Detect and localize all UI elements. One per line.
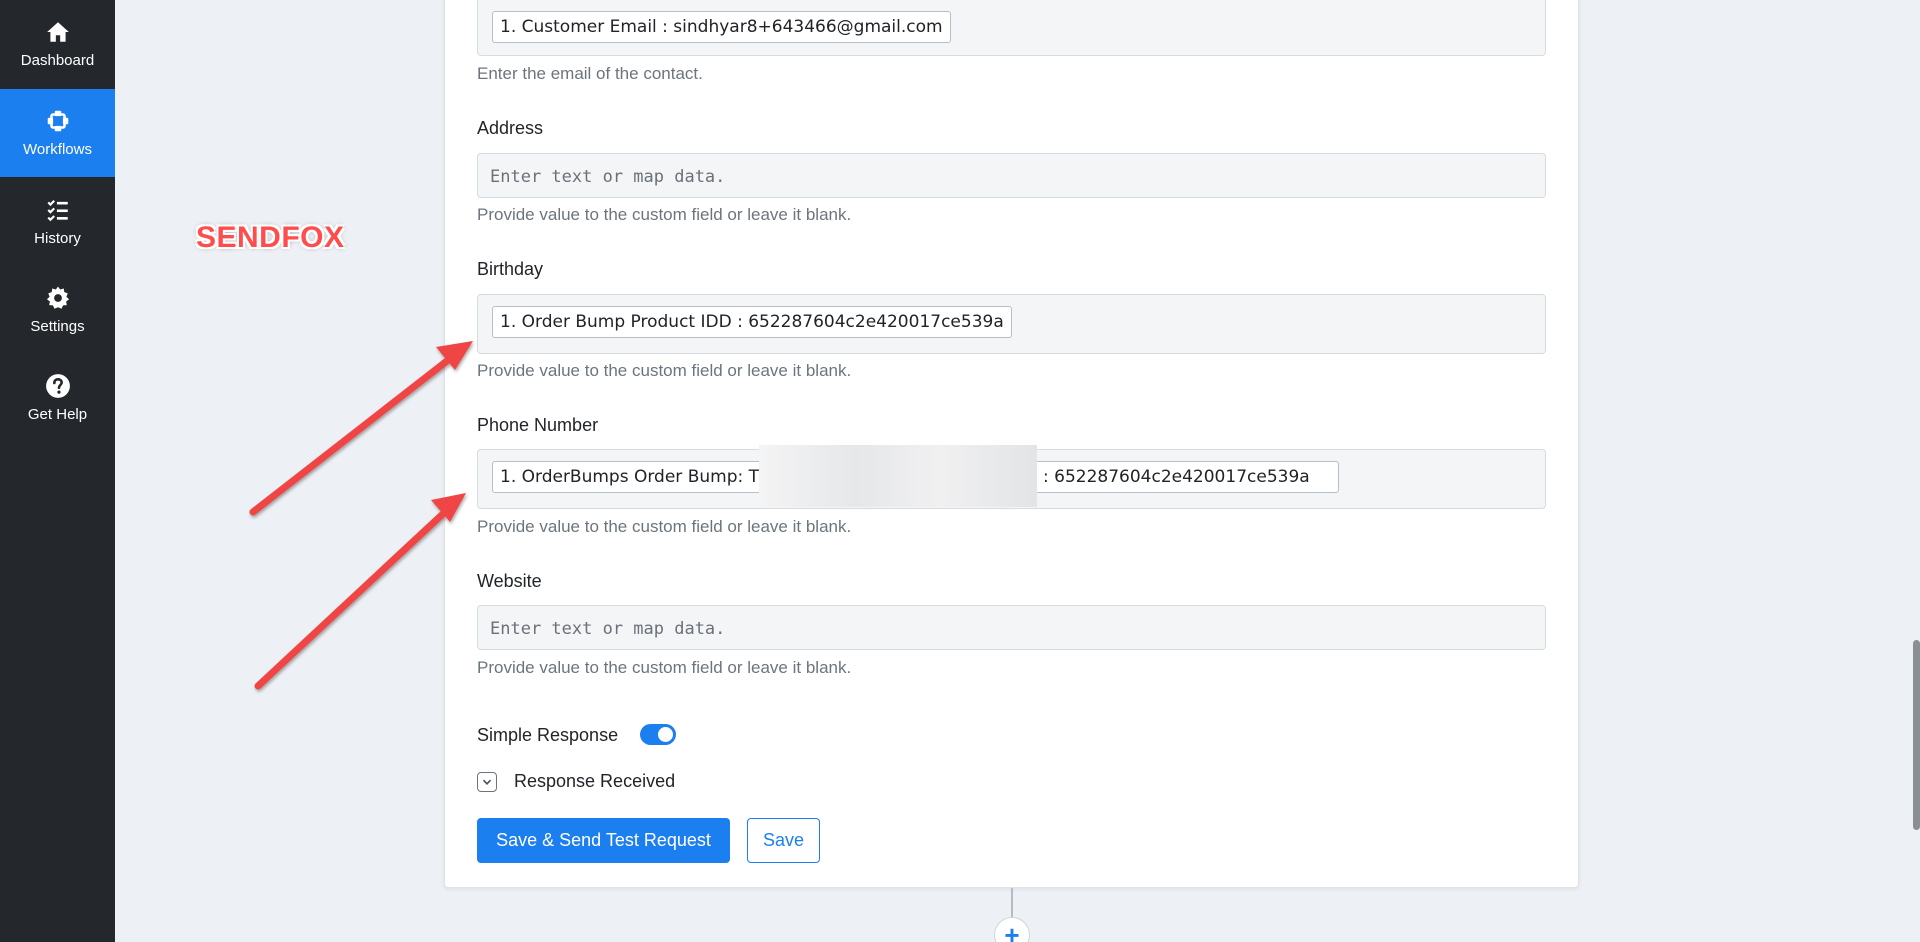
action-config-card [444, 0, 1579, 888]
sidebar-item-label: Get Help [27, 406, 88, 423]
sidebar-item-label: History [34, 230, 81, 247]
toggle-knob [658, 727, 673, 742]
mapped-data-tag[interactable]: 1. OrderBumps Order Bump: T : 652287604c… [492, 445, 1339, 507]
response-received-label: Response Received [514, 771, 676, 791]
phone-number-help-text: Provide value to the custom field or lea… [477, 517, 852, 536]
website-label: Website [477, 571, 542, 591]
redacted-region [759, 445, 1038, 507]
mapped-data-tag[interactable]: 1. Order Bump Product IDD : 652287604c2e… [492, 306, 1012, 338]
home-icon [45, 19, 71, 45]
birthday-label: Birthday [477, 259, 544, 279]
tag-suffix: : 652287604c2e420017ce539a [1043, 467, 1310, 487]
address-field[interactable]: Enter text or map data. [477, 153, 1546, 198]
arrow-to-birthday [249, 341, 473, 516]
sidebar-item-history[interactable]: History [0, 178, 115, 266]
sidebar-item-label: Dashboard [20, 52, 95, 69]
question-circle-icon [45, 373, 71, 399]
workflow-icon [45, 108, 71, 134]
simple-response-label: Simple Response [477, 725, 619, 745]
annotation-label: SENDFOX [196, 221, 345, 254]
website-help-text: Provide value to the custom field or lea… [477, 658, 852, 677]
address-label: Address [477, 118, 544, 138]
email-help-text: Enter the email of the contact. [477, 64, 703, 83]
add-step-button[interactable]: + [994, 917, 1030, 942]
response-received-expand[interactable] [477, 772, 497, 792]
page-scrollbar[interactable] [1913, 640, 1920, 830]
chevron-down-icon [482, 779, 492, 785]
sidebar-item-label: Settings [30, 318, 85, 335]
phone-number-label: Phone Number [477, 415, 599, 435]
phone-number-field[interactable]: 1. OrderBumps Order Bump: T : 652287604c… [477, 445, 1546, 509]
save-button[interactable]: Save [747, 818, 820, 863]
email-field[interactable]: 1. Customer Email : sindhyar8+643466@gma… [477, 0, 1546, 56]
website-input[interactable]: Enter text or map data. [478, 606, 1545, 651]
tag-prefix: 1. OrderBumps Order Bump: T [500, 467, 760, 487]
simple-response-toggle[interactable] [640, 724, 676, 745]
workflow-connector [1011, 888, 1013, 920]
sidebar-item-label: Workflows [23, 141, 92, 158]
address-input[interactable]: Enter text or map data. [478, 154, 1545, 199]
sidebar-item-settings[interactable]: Settings [0, 266, 115, 354]
mapped-data-tag[interactable]: 1. Customer Email : sindhyar8+643466@gma… [492, 11, 951, 43]
website-field[interactable]: Enter text or map data. [477, 605, 1546, 650]
sidebar-item-workflows[interactable]: Workflows [0, 89, 115, 177]
sidebar-item-get-help[interactable]: Get Help [0, 354, 115, 442]
sidebar-item-dashboard[interactable]: Dashboard [0, 0, 115, 88]
birthday-help-text: Provide value to the custom field or lea… [477, 361, 852, 380]
address-help-text: Provide value to the custom field or lea… [477, 205, 852, 224]
save-and-send-test-button[interactable]: Save & Send Test Request [477, 818, 730, 863]
gear-icon [45, 285, 71, 311]
list-check-icon [45, 197, 71, 223]
arrow-to-phone-number [254, 493, 466, 690]
birthday-field[interactable]: 1. Order Bump Product IDD : 652287604c2e… [477, 294, 1546, 354]
sidebar: Dashboard Workflows History Settings Get… [0, 0, 115, 942]
